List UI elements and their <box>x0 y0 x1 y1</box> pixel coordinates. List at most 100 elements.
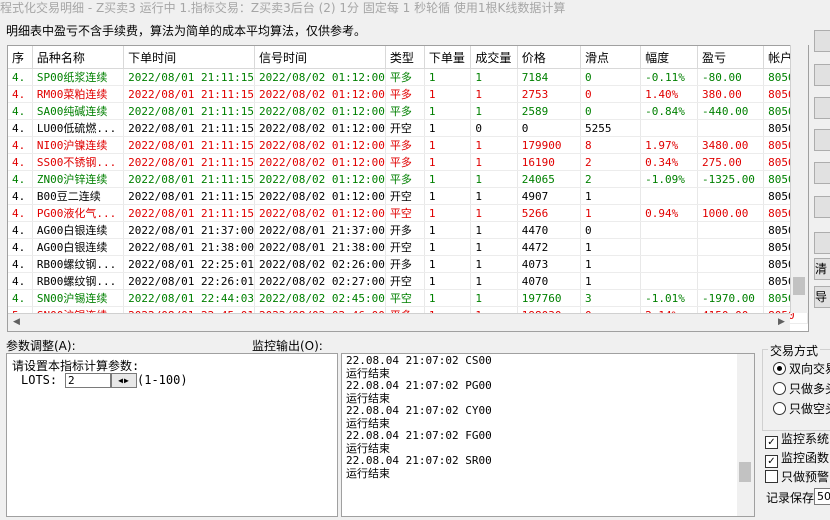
table-cell: 2022/08/02 02:27:00 <box>254 272 386 290</box>
table-cell: 2022/08/02 01:12:00 <box>254 68 386 86</box>
side-button-2[interactable] <box>814 64 830 86</box>
table-cell: 1 <box>580 272 642 290</box>
monitor-scrollbar[interactable] <box>737 354 754 516</box>
table-cell: 1 <box>424 289 472 307</box>
column-header[interactable]: 类型 <box>385 46 425 69</box>
table-cell <box>697 221 765 239</box>
table-cell: -440.00 <box>697 102 765 120</box>
checkbox-alert-only[interactable]: 只做预警 <box>765 468 830 484</box>
table-cell: 2022/08/01 21:11:15 <box>123 187 255 205</box>
trade-detail-table: 序品种名称 下单时间 信号时间 类型 下单量 成交量 价格 滑点 幅度 盈亏 帐户 4. SP00纸浆… <box>7 45 809 332</box>
table-cell: -80.00 <box>697 68 765 86</box>
table-cell: 16190 <box>517 153 581 171</box>
table-cell: 平空 <box>385 204 425 222</box>
table-row[interactable]: 4. RB00螺纹钢... 2022/08/01 22:26:01 2022/08/0… <box>8 272 808 290</box>
lots-spinner-icon[interactable]: ◀▶ <box>111 373 137 388</box>
checkbox-monitor-function[interactable]: ✓ 监控函数 <box>765 449 830 468</box>
table-cell: 开多 <box>385 255 425 273</box>
monitor-line: 22.08.04 21:07:02 CY00 <box>346 404 492 417</box>
column-header[interactable]: 信号时间 <box>254 46 386 69</box>
table-cell: 2 <box>580 170 642 188</box>
lots-label: LOTS: <box>21 373 58 387</box>
table-cell <box>697 119 765 137</box>
table-row[interactable]: 4. SS00不锈钢... 2022/08/01 21:11:15 2022/08/0… <box>8 153 808 171</box>
side-button-4[interactable] <box>814 129 830 151</box>
table-row[interactable]: 4. SA00纯碱连续 2022/08/01 21:11:15 2022/08/02 … <box>8 102 808 120</box>
trade-mode-label: 交易方式 <box>768 342 821 359</box>
table-cell: 2022/08/01 21:11:15 <box>123 68 255 86</box>
table-cell: B00豆二连续 <box>32 187 125 205</box>
table-horizontal-scrollbar[interactable]: ◀ ▶ <box>8 313 790 331</box>
column-header[interactable]: 品种名称 <box>32 46 125 69</box>
table-cell: 平多 <box>385 102 425 120</box>
table-cell: 2022/08/01 21:11:15 <box>123 85 255 103</box>
table-cell: SS00不锈钢... <box>32 153 125 171</box>
column-header[interactable]: 序 <box>8 46 33 69</box>
table-cell: 4. <box>8 102 33 120</box>
table-cell <box>640 187 698 205</box>
scroll-right-icon[interactable]: ▶ <box>773 314 790 331</box>
table-row[interactable]: 4. B00豆二连续 2022/08/01 21:11:15 2022/08/02 0… <box>8 187 808 205</box>
table-cell: 1 <box>424 102 472 120</box>
side-button-3[interactable] <box>814 97 830 119</box>
clear-button[interactable]: 清 <box>814 258 830 280</box>
radio-short-only[interactable]: 只做空头 <box>773 400 830 416</box>
table-row[interactable]: 4. AG00白银连续 2022/08/01 21:37:00 2022/08/01 … <box>8 221 808 239</box>
table-cell: 7184 <box>517 68 581 86</box>
monitor-line: 22.08.04 21:07:02 SR00 <box>346 454 492 467</box>
column-header[interactable]: 价格 <box>517 46 581 69</box>
radio-bidirectional[interactable]: 双向交易 <box>773 360 830 376</box>
side-button-7[interactable] <box>814 232 830 254</box>
table-cell: 4. <box>8 221 33 239</box>
scroll-left-icon[interactable]: ◀ <box>8 314 25 331</box>
record-save-input[interactable]: 500 <box>814 488 830 505</box>
table-row[interactable]: 4. AG00白银连续 2022/08/01 21:38:00 2022/08/01 … <box>8 238 808 256</box>
param-panel-label: 参数调整(A): <box>6 339 76 353</box>
table-row[interactable]: 4. RM00菜粕连续 2022/08/01 21:11:15 2022/08/02 … <box>8 85 808 103</box>
column-header[interactable]: 下单时间 <box>123 46 255 69</box>
table-cell: 4470 <box>517 221 581 239</box>
table-cell: 2022/08/02 01:12:00 <box>254 204 386 222</box>
checkbox-monitor-system[interactable]: ✓ 监控系统 <box>765 430 830 449</box>
column-header[interactable]: 幅度 <box>640 46 698 69</box>
table-row[interactable]: 4. SP00纸浆连续 2022/08/01 21:11:15 2022/08/02 … <box>8 68 808 86</box>
table-cell: RM00菜粕连续 <box>32 85 125 103</box>
table-row[interactable]: 4. NI00沪镍连续 2022/08/01 21:11:15 2022/08/02 … <box>8 136 808 154</box>
table-cell: SA00纯碱连续 <box>32 102 125 120</box>
table-cell: 平空 <box>385 289 425 307</box>
table-cell: 0.34% <box>640 153 698 171</box>
monitor-line: 22.08.04 21:07:02 CS00 <box>346 354 492 367</box>
table-row[interactable]: 4. PG00液化气... 2022/08/01 21:11:15 2022/08/0… <box>8 204 808 222</box>
column-header[interactable]: 盈亏 <box>697 46 765 69</box>
column-header[interactable]: 下单量 <box>424 46 472 69</box>
table-cell: 开空 <box>385 119 425 137</box>
table-cell: 2022/08/02 01:12:00 <box>254 85 386 103</box>
table-row[interactable]: 4. RB00螺纹钢... 2022/08/01 22:25:01 2022/08/0… <box>8 255 808 273</box>
column-header[interactable]: 成交量 <box>470 46 518 69</box>
table-cell: 24065 <box>517 170 581 188</box>
radio-long-only[interactable]: 只做多头 <box>773 380 830 396</box>
side-button-5[interactable] <box>814 162 830 184</box>
table-cell: 4070 <box>517 272 581 290</box>
table-cell <box>640 272 698 290</box>
scroll-thumb[interactable] <box>793 277 805 295</box>
table-cell: 1 <box>580 187 642 205</box>
table-vertical-scrollbar[interactable] <box>790 45 808 313</box>
monitor-scroll-thumb[interactable] <box>739 462 751 482</box>
table-cell: 开空 <box>385 272 425 290</box>
table-cell: 2753 <box>517 85 581 103</box>
side-button-6[interactable] <box>814 196 830 218</box>
table-row[interactable]: 4. ZN00沪锌连续 2022/08/01 21:11:15 2022/08/02 … <box>8 170 808 188</box>
lots-input[interactable]: 2 <box>65 373 111 388</box>
export-button[interactable]: 导 <box>814 286 830 308</box>
side-button-1[interactable] <box>814 30 830 52</box>
table-row[interactable]: 4. LU00低硫燃... 2022/08/01 21:11:15 2022/08/0… <box>8 119 808 137</box>
column-header[interactable]: 滑点 <box>580 46 642 69</box>
table-cell: 2022/08/01 21:38:00 <box>254 238 386 256</box>
table-cell: -1325.00 <box>697 170 765 188</box>
table-cell <box>640 221 698 239</box>
table-cell: 1 <box>470 204 518 222</box>
table-cell: 1 <box>424 221 472 239</box>
table-row[interactable]: 4. SN00沪锡连续 2022/08/01 22:44:03 2022/08/02 … <box>8 289 808 307</box>
table-cell: 1 <box>470 68 518 86</box>
